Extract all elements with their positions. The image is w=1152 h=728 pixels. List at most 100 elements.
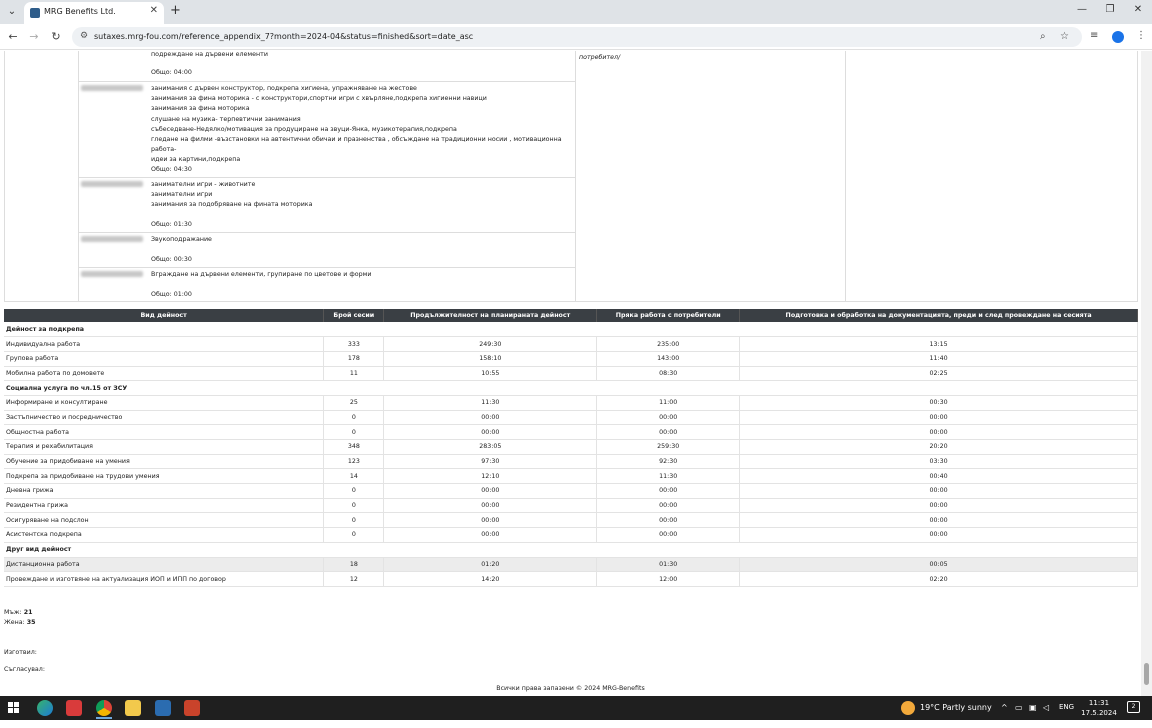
table-row: Подкрепа за придобиване на трудови умени…	[4, 468, 1138, 485]
male-value: 21	[23, 609, 33, 616]
activity-line: занимателни игри - животните	[151, 181, 256, 188]
planned-duration-cell: 00:00	[383, 483, 598, 499]
reading-list-icon[interactable]: ≡	[1090, 30, 1098, 41]
sessions-detail-table: подреждане на дървени елементи Общо: 04:…	[4, 51, 1138, 302]
active-app-indicator	[96, 717, 112, 719]
activity-line: занимания с дървен конструктор, подкрепа…	[151, 85, 417, 92]
scrollbar-thumb[interactable]	[1144, 663, 1149, 685]
chrome-icon[interactable]	[96, 700, 112, 716]
direct-work-cell: 01:30	[596, 557, 741, 573]
documentation-cell: 03:30	[739, 454, 1138, 470]
entry-total: Общо: 01:30	[151, 221, 192, 228]
language-indicator[interactable]: ENG	[1059, 703, 1074, 711]
table-row: Терапия и рехабилитация 348 283:05 259:30 20…	[4, 439, 1138, 455]
close-window-button[interactable]: ✕	[1128, 4, 1148, 15]
session-entry: занимания с дървен конструктор, подкрепа…	[79, 81, 576, 177]
page-scrollbar[interactable]	[1141, 51, 1152, 696]
activity-name-cell: Обучение за придобиване на умения	[4, 454, 325, 470]
activity-name-cell: Дистанционна работа	[4, 557, 325, 573]
browser-toolbar: ← → ↻ ⚙ sutaxes.mrg-fou.com/reference_ap…	[0, 24, 1152, 50]
powerpoint-icon[interactable]	[184, 700, 200, 716]
documentation-cell: 00:00	[739, 512, 1138, 529]
activity-lines: подреждане на дървени елементи	[151, 51, 571, 60]
tab-search-chevron-icon[interactable]: ⌄	[4, 4, 20, 20]
potrebitel-text: потребител/	[579, 54, 621, 61]
direct-work-cell: 92:30	[596, 454, 741, 470]
activity-line: Вграждане на дървени елементи, групиране…	[151, 271, 372, 278]
tab-close-icon[interactable]: ✕	[150, 5, 158, 16]
sessions-cell: 12	[323, 571, 385, 587]
volume-icon[interactable]: ◁	[1043, 703, 1049, 712]
sessions-cell: 123	[323, 454, 385, 470]
direct-work-cell: 143:00	[596, 351, 741, 367]
back-arrow-icon[interactable]: ←	[6, 30, 20, 43]
browser-menu-icon[interactable]: ⋮	[1136, 30, 1146, 41]
activity-name-cell: Индивидуална работа	[4, 336, 325, 352]
table-row: Мобилна работа по домовете 11 10:55 08:30 02…	[4, 366, 1138, 382]
file-explorer-icon[interactable]	[125, 700, 141, 716]
remote-desktop-icon[interactable]	[155, 700, 171, 716]
url-text[interactable]: sutaxes.mrg-fou.com/reference_appendix_7…	[94, 32, 473, 41]
activity-lines: Звукоподражание	[151, 235, 571, 245]
anydesk-icon[interactable]	[66, 700, 82, 716]
planned-duration-cell: 00:00	[383, 512, 598, 529]
new-tab-button[interactable]: +	[170, 4, 181, 18]
edge-browser-icon[interactable]	[37, 700, 53, 716]
table-row: Обучение за придобиване на умения 123 97:3…	[4, 454, 1138, 470]
table-row: Индивидуална работа 333 249:30 235:00 13:15	[4, 336, 1138, 352]
documentation-cell: 00:40	[739, 468, 1138, 485]
section-row: Друг вид дейност	[4, 542, 1138, 558]
activity-line: занимателни игри	[151, 191, 213, 199]
documentation-cell: 00:30	[739, 395, 1138, 411]
windows-start-icon[interactable]	[8, 702, 20, 714]
weather-sun-icon[interactable]	[901, 701, 915, 715]
clock-date: 17.5.2024 г.	[1081, 709, 1117, 727]
activity-line: занимания за подобряване на фината мотор…	[151, 201, 313, 209]
table-row: Информиране и консултиране 25 11:30 11:00 00…	[4, 395, 1138, 411]
activity-line: гледане на филми -възстановки на автенти…	[151, 136, 562, 154]
profile-avatar-icon[interactable]	[1112, 31, 1124, 43]
column-divider	[845, 51, 846, 301]
reload-icon[interactable]: ↻	[49, 30, 63, 43]
table-row: Резидентна грижа 0 00:00 00:00 00:00	[4, 498, 1138, 514]
section-row: Дейност за подкрепа	[4, 322, 1138, 338]
direct-work-cell: 08:30	[596, 366, 741, 382]
header-activity-type: Вид дейност	[4, 309, 325, 322]
tray-app-icon[interactable]: ▭	[1015, 703, 1023, 712]
table-row: Осигуряване на подслон 0 00:00 00:00 00:00	[4, 512, 1138, 529]
tray-chevron-icon[interactable]: ^	[1001, 703, 1008, 712]
tab-mrg-benefits[interactable]: MRG Benefits Ltd. ✕	[24, 2, 164, 24]
planned-duration-cell: 00:00	[383, 410, 598, 426]
header-direct-work: Пряка работа с потребители	[596, 309, 741, 322]
table-row: Дневна грижа 0 00:00 00:00 00:00	[4, 483, 1138, 499]
sessions-cell: 333	[323, 336, 385, 352]
planned-duration-cell: 00:00	[383, 424, 598, 440]
sessions-cell: 25	[323, 395, 385, 411]
direct-work-cell: 00:00	[596, 527, 741, 543]
planned-duration-cell: 00:00	[383, 498, 598, 514]
direct-work-cell: 00:00	[596, 498, 741, 514]
activity-name-cell: Резидентна грижа	[4, 498, 325, 514]
sessions-cell: 0	[323, 527, 385, 543]
address-bar[interactable]: ⚙ sutaxes.mrg-fou.com/reference_appendix…	[72, 27, 1082, 47]
site-info-icon[interactable]: ⚙	[80, 31, 88, 41]
bookmark-star-icon[interactable]: ☆	[1060, 31, 1069, 42]
zoom-magnifier-icon[interactable]: ⌕	[1040, 31, 1046, 42]
notification-center-icon[interactable]: 2	[1127, 701, 1140, 713]
activity-name-cell: Информиране и консултиране	[4, 395, 325, 411]
section-label: Друг вид дейност	[4, 542, 1138, 558]
activity-name-cell: Застъпничество и посредничество	[4, 410, 325, 426]
restore-button[interactable]: ❐	[1100, 4, 1120, 15]
planned-duration-cell: 158:10	[383, 351, 598, 367]
network-icon[interactable]: ▣	[1029, 703, 1037, 712]
entry-total: Общо: 01:00	[151, 291, 192, 298]
documentation-cell: 00:00	[739, 483, 1138, 499]
forward-arrow-icon[interactable]: →	[27, 30, 41, 43]
minimize-button[interactable]: —	[1072, 4, 1092, 15]
weather-widget[interactable]: 19°C Partly sunny	[920, 703, 992, 712]
direct-work-cell: 11:00	[596, 395, 741, 411]
clock[interactable]: 11:31 17.5.2024 г.	[1080, 698, 1118, 728]
activity-name-cell: Групова работа	[4, 351, 325, 367]
documentation-cell: 13:15	[739, 336, 1138, 352]
agreed-by-label: Съгласувал:	[4, 666, 45, 673]
